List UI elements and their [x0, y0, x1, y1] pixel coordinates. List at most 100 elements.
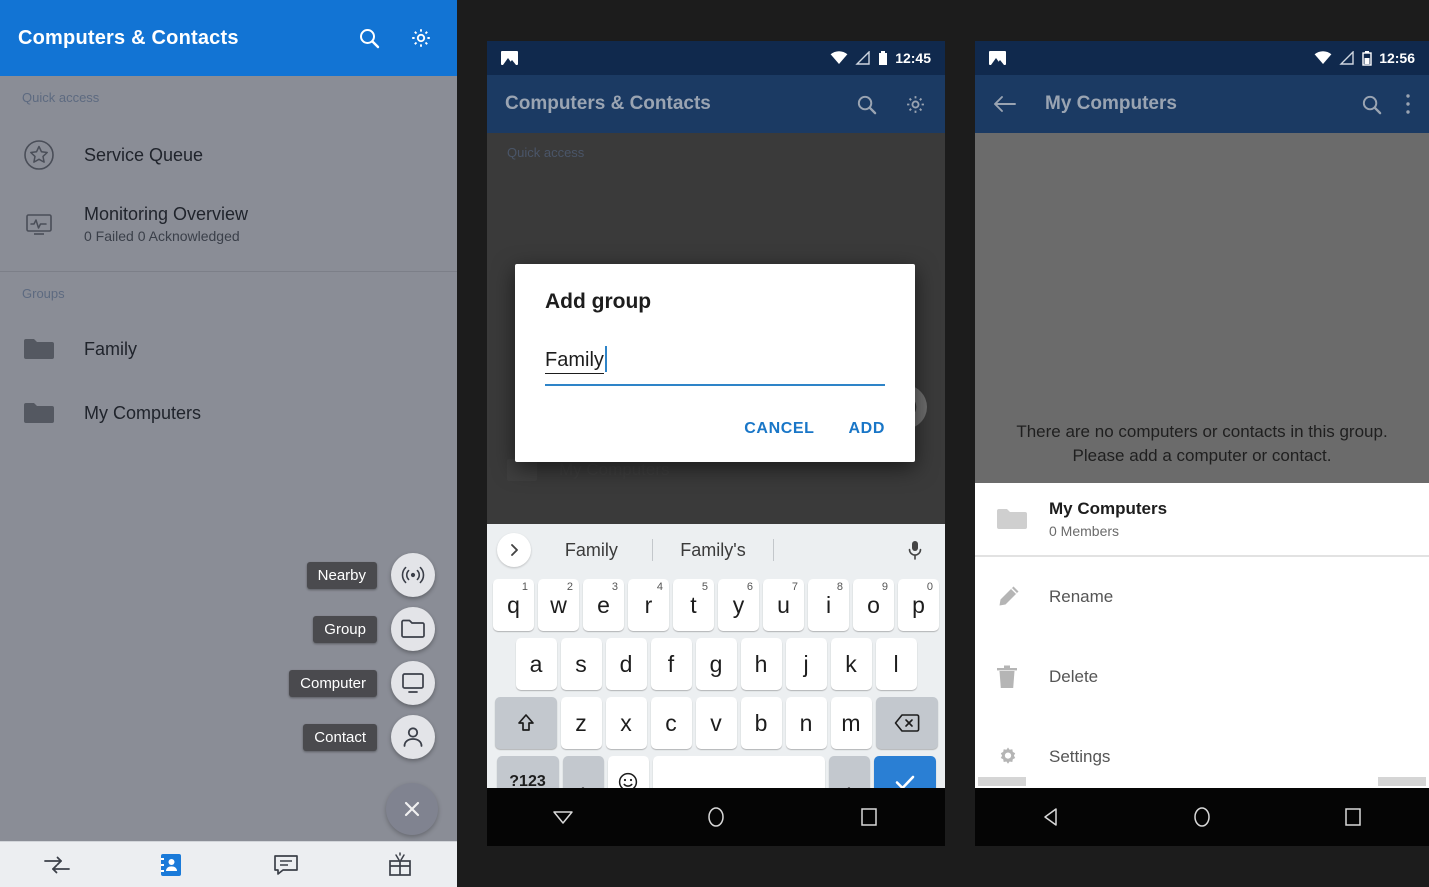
key-s[interactable]: s: [560, 638, 602, 690]
list-item-title: Monitoring Overview: [84, 204, 249, 224]
recents-button[interactable]: [792, 807, 945, 827]
search-icon[interactable]: [357, 26, 381, 50]
scroll-indicator[interactable]: [975, 777, 1429, 786]
scroll-indicator-right: [1378, 777, 1426, 786]
key-b[interactable]: b: [740, 697, 782, 749]
key-v[interactable]: v: [695, 697, 737, 749]
key-m[interactable]: m: [830, 697, 872, 749]
back-arrow-icon[interactable]: [993, 94, 1017, 114]
key-c[interactable]: c: [650, 697, 692, 749]
key-a[interactable]: a: [515, 638, 557, 690]
suggestion-2[interactable]: Family's: [653, 540, 774, 561]
key-number: 0: [926, 581, 933, 593]
fab-action-contact[interactable]: Contact: [303, 715, 435, 759]
quick-access-header-dim: Quick access: [507, 145, 585, 160]
fab-label: Computer: [289, 669, 377, 697]
android-nav-bar: [975, 788, 1429, 846]
status-bar: 12:45: [487, 41, 945, 75]
list-item-group-my-computers[interactable]: My Computers: [0, 381, 457, 445]
list-item-service-queue[interactable]: Service Queue: [0, 123, 457, 187]
panel-computers-contacts-list: Computers & Contacts Quick access Servic…: [0, 0, 457, 887]
key-i[interactable]: 8i: [808, 579, 849, 631]
image-icon: [501, 51, 518, 65]
list-item-group-family[interactable]: Family: [0, 317, 457, 381]
remote-connect-icon: [44, 856, 71, 873]
cancel-button[interactable]: CANCEL: [744, 420, 814, 438]
signal-icon: [855, 51, 870, 65]
fab-close-button[interactable]: [386, 783, 438, 835]
gear-icon: [995, 744, 1035, 770]
status-bar-right: 12:45: [830, 50, 931, 66]
suggestion-1[interactable]: Family: [531, 540, 652, 561]
search-icon[interactable]: [855, 93, 878, 116]
status-bar-clock: 12:56: [1379, 50, 1415, 66]
key-g[interactable]: g: [695, 638, 737, 690]
key-j[interactable]: j: [785, 638, 827, 690]
folder-icon: [22, 400, 66, 426]
panel-add-group-dialog: 12:45 Computers & Contacts Quick access …: [487, 41, 945, 846]
person-icon[interactable]: [391, 715, 435, 759]
menu-item-rename[interactable]: Rename: [975, 557, 1429, 637]
fab-action-group[interactable]: Group: [313, 607, 435, 651]
backspace-key[interactable]: [875, 697, 938, 749]
key-d[interactable]: d: [605, 638, 647, 690]
key-y[interactable]: 6y: [718, 579, 759, 631]
gear-icon[interactable]: [904, 93, 927, 116]
microphone-icon[interactable]: [895, 539, 935, 561]
key-z[interactable]: z: [560, 697, 602, 749]
key-o[interactable]: 9o: [853, 579, 894, 631]
key-e[interactable]: 3e: [583, 579, 624, 631]
more-vert-icon[interactable]: [1405, 93, 1411, 115]
chevron-right-icon[interactable]: [497, 533, 531, 567]
key-w[interactable]: 2w: [538, 579, 579, 631]
panel1-body: Quick access Service Queue Monitoring Ov…: [0, 76, 457, 887]
dialog-actions: CANCEL ADD: [545, 420, 885, 446]
broadcast-icon[interactable]: [391, 553, 435, 597]
back-button[interactable]: [975, 807, 1126, 827]
key-k[interactable]: k: [830, 638, 872, 690]
group-name-input[interactable]: Family: [545, 346, 885, 386]
key-number: 8: [836, 581, 843, 593]
monitor-icon[interactable]: [391, 661, 435, 705]
hide-keyboard-button[interactable]: [487, 808, 640, 826]
fab-action-computer[interactable]: Computer: [289, 661, 435, 705]
list-item-title: My Computers: [559, 460, 670, 479]
hide-keyboard-icon: [553, 811, 574, 824]
home-button[interactable]: [640, 806, 793, 828]
key-label: u: [777, 591, 790, 618]
key-p[interactable]: 0p: [898, 579, 939, 631]
key-r[interactable]: 4r: [628, 579, 669, 631]
add-button[interactable]: ADD: [849, 420, 885, 438]
key-x[interactable]: x: [605, 697, 647, 749]
status-bar-clock: 12:45: [895, 50, 931, 66]
key-t[interactable]: 5t: [673, 579, 714, 631]
list-item-text: Service Queue: [84, 145, 203, 166]
key-number: 3: [611, 581, 618, 593]
key-f[interactable]: f: [650, 638, 692, 690]
folder-icon[interactable]: [391, 607, 435, 651]
bottom-nav-gift[interactable]: [343, 851, 457, 878]
recents-button[interactable]: [1278, 807, 1429, 827]
list-item-title: Family: [84, 338, 137, 359]
text-caret: [604, 346, 607, 372]
shift-icon: [517, 714, 534, 731]
search-icon[interactable]: [1360, 93, 1383, 116]
back-triangle-icon: [1043, 808, 1057, 826]
key-h[interactable]: h: [740, 638, 782, 690]
home-button[interactable]: [1126, 806, 1277, 828]
bottom-nav-chat[interactable]: [229, 853, 343, 877]
gear-icon[interactable]: [409, 26, 433, 50]
bottom-nav-contacts[interactable]: [114, 852, 228, 878]
fab-action-nearby[interactable]: Nearby: [306, 553, 435, 597]
key-q[interactable]: 1q: [493, 579, 534, 631]
key-n[interactable]: n: [785, 697, 827, 749]
empty-state-message: There are no computers or contacts in th…: [1016, 421, 1388, 466]
list-item-monitoring-overview[interactable]: Monitoring Overview 0 Failed 0 Acknowled…: [0, 187, 457, 261]
key-u[interactable]: 7u: [763, 579, 804, 631]
shift-key[interactable]: [494, 697, 557, 749]
app-bar: Computers & Contacts: [0, 0, 457, 76]
bottom-nav-remote[interactable]: [0, 853, 114, 877]
screenshot-stage: Computers & Contacts Quick access Servic…: [0, 0, 1429, 887]
key-l[interactable]: l: [875, 638, 917, 690]
menu-item-delete[interactable]: Delete: [975, 637, 1429, 717]
